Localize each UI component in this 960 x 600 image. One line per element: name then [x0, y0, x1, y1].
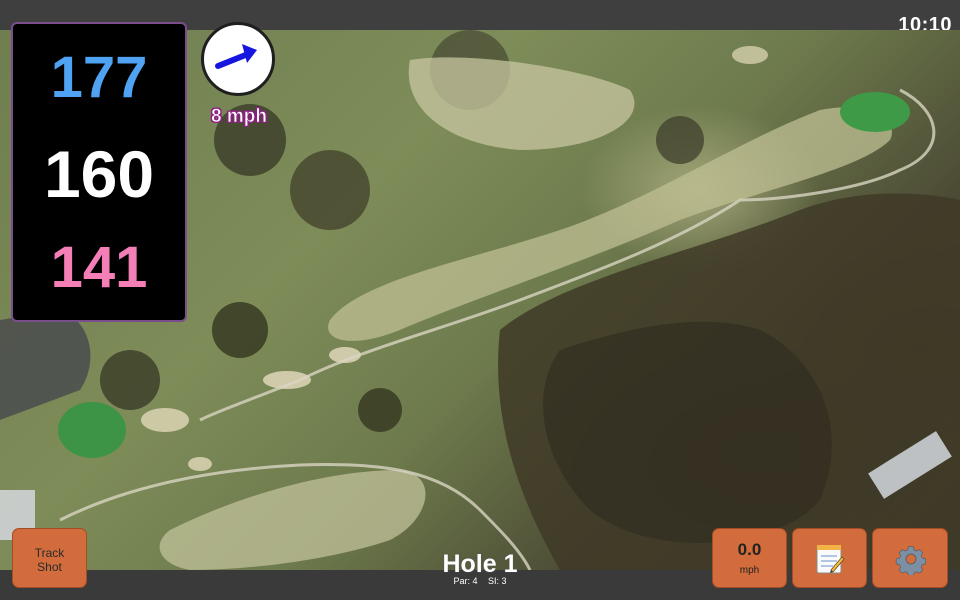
settings-button[interactable]: [872, 528, 948, 588]
speed-unit: mph: [739, 565, 760, 576]
gear-icon: [895, 546, 926, 575]
track-shot-button[interactable]: Track Shot: [12, 528, 87, 588]
wind-speed: 8 mph: [211, 106, 268, 128]
speed-button[interactable]: 0.0 mph: [712, 528, 787, 588]
notepad-icon: [816, 545, 845, 574]
front-yardage: 141: [50, 235, 148, 300]
wind-indicator: [201, 22, 275, 96]
hole-title: Hole 1: [442, 550, 518, 578]
yardage-panel: 177 160 141: [11, 22, 187, 322]
track-shot-label: Track Shot: [34, 546, 65, 574]
speed-value: 0.0: [737, 540, 762, 559]
center-yardage: 160: [43, 137, 155, 211]
hole-info: Par: 4 SI: 3: [400, 576, 560, 586]
back-yardage: 177: [50, 45, 148, 110]
notes-button[interactable]: [792, 528, 867, 588]
arrow-icon: [215, 44, 257, 69]
si-label: SI: 3: [488, 576, 507, 586]
par-label: Par: 4: [453, 576, 478, 586]
